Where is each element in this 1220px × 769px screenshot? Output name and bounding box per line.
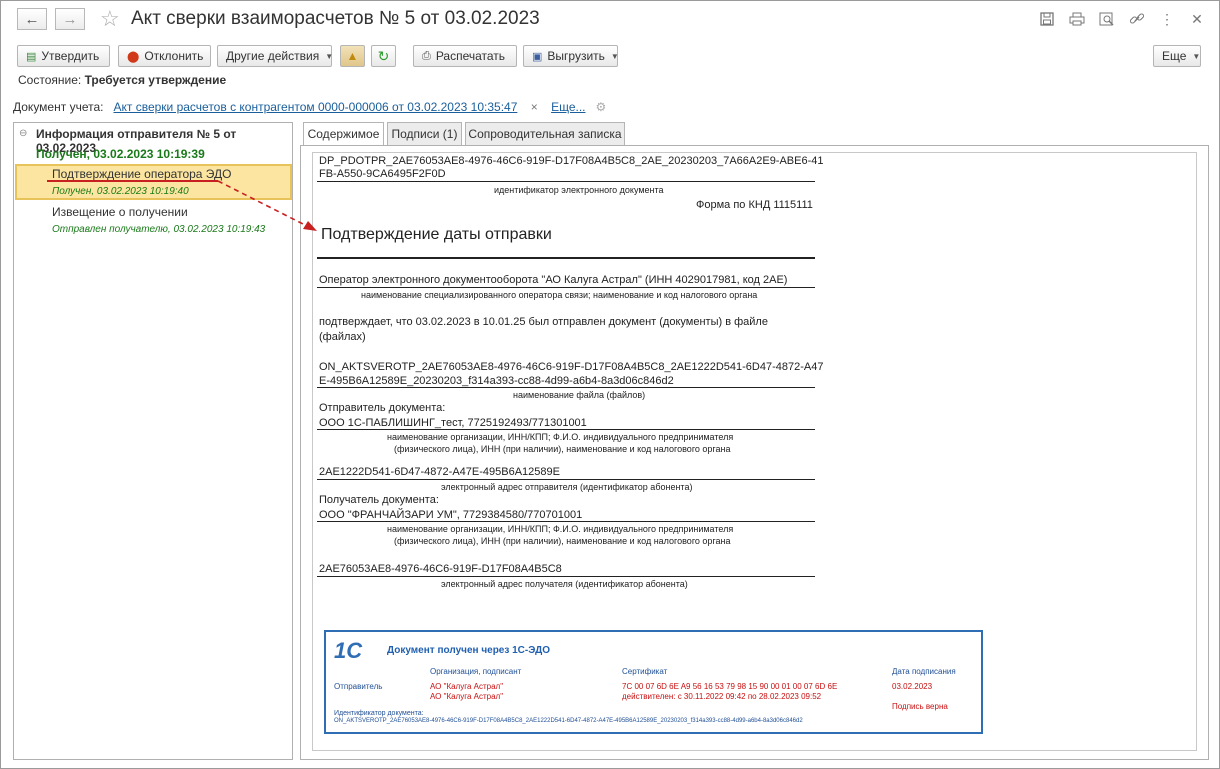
annotation-arrow-line [217, 180, 310, 228]
window-frame: ← → ☆ Акт сверки взаиморасчетов № 5 от 0… [0, 0, 1220, 769]
annotation-overlay [47, 180, 317, 231]
annotation-arrow-head [303, 221, 317, 231]
